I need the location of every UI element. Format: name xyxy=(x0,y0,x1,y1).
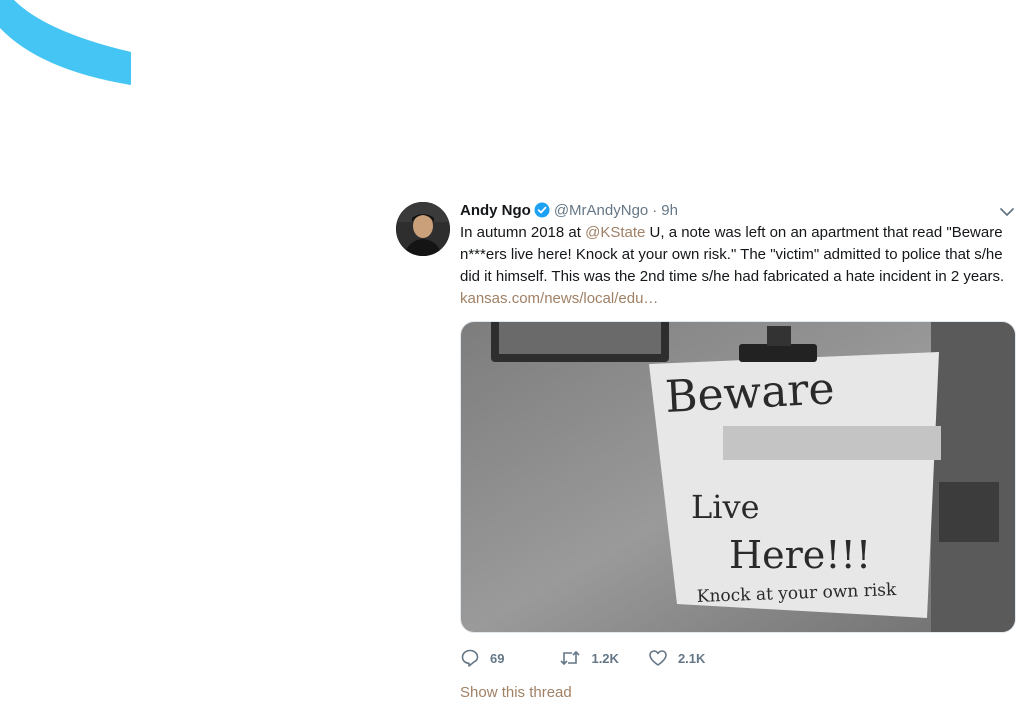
like-button[interactable]: 2.1K xyxy=(648,648,705,668)
tweet-text-part1: In autumn 2018 at xyxy=(460,224,586,241)
retweet-button[interactable]: 1.2K xyxy=(559,648,619,668)
reply-button[interactable]: 69 xyxy=(460,648,504,668)
like-count: 2.1K xyxy=(677,650,706,666)
retweet-icon xyxy=(560,650,581,666)
verified-badge-icon xyxy=(534,202,550,218)
chevron-down-icon[interactable] xyxy=(998,206,1016,218)
article-link[interactable]: kansas.com/news/local/edu… xyxy=(460,290,658,307)
reply-count: 69 xyxy=(490,650,505,666)
tweet-actions: 69 1.2K 2.1K xyxy=(460,648,705,668)
author-handle[interactable]: @MrAndyNgo xyxy=(554,202,648,219)
tweet-text: In autumn 2018 at @KState U, a note was … xyxy=(460,222,1016,310)
avatar[interactable] xyxy=(396,202,450,256)
show-thread-link[interactable]: Show this thread xyxy=(460,684,572,701)
tweet-header: Andy Ngo @MrAndyNgo · 9h xyxy=(460,198,1016,222)
separator-dot: · xyxy=(652,201,658,219)
tweet-photo[interactable]: Beware Live Here!!! Knock at your own ri… xyxy=(460,321,1016,633)
author-name[interactable]: Andy Ngo xyxy=(460,202,531,219)
retweet-count: 1.2K xyxy=(591,650,619,666)
mention-link[interactable]: @KState xyxy=(585,224,645,241)
photo-note-line1: Beware xyxy=(664,363,836,423)
tweet-body: Andy Ngo @MrAndyNgo · 9h In autumn 2018 … xyxy=(460,198,1016,701)
photo-note-line3: Live xyxy=(691,488,760,526)
reply-icon xyxy=(461,649,479,667)
photo-note-line4: Here!!! xyxy=(729,533,871,577)
decorative-blue-arc xyxy=(0,0,131,85)
like-icon xyxy=(649,650,667,666)
tweet-timestamp[interactable]: 9h xyxy=(661,202,678,219)
